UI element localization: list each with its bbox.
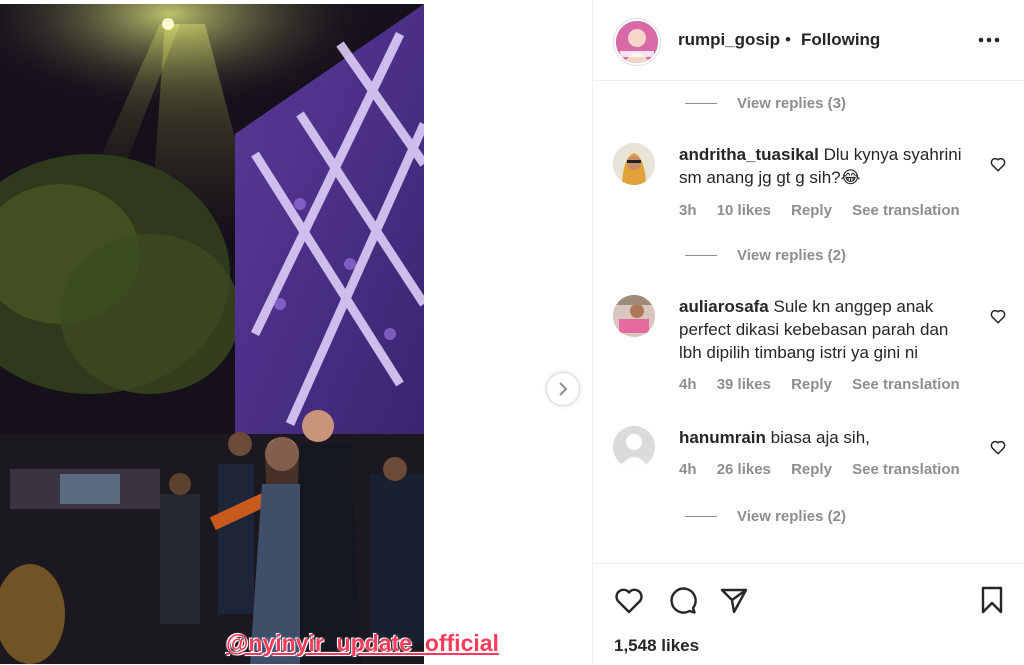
share-icon[interactable] bbox=[718, 584, 750, 616]
comment-meta: 3h 10 likes Reply See translation bbox=[679, 202, 976, 219]
replies-divider bbox=[685, 254, 717, 256]
bookmark-icon[interactable] bbox=[976, 584, 1008, 616]
see-translation-button[interactable]: See translation bbox=[852, 461, 960, 478]
post-media: @nyinyir_update_official bbox=[0, 0, 592, 664]
post-likes-count[interactable]: 1,548 likes bbox=[614, 636, 699, 656]
comment-text: biasa aja sih, bbox=[770, 428, 870, 447]
following-button[interactable]: Following bbox=[801, 30, 880, 50]
comment-item: hanumrain biasa aja sih, 4h 26 likes Rep… bbox=[593, 426, 1024, 496]
comment-body: auliarosafa Sule kn anggep anak perfect … bbox=[679, 295, 975, 364]
view-replies-button[interactable]: View replies (2) bbox=[685, 244, 846, 266]
comment-username[interactable]: auliarosafa bbox=[679, 297, 769, 316]
comment-likes[interactable]: 10 likes bbox=[717, 202, 771, 219]
comment-likes[interactable]: 39 likes bbox=[717, 376, 771, 393]
post-actions: 1,548 likes bbox=[593, 563, 1024, 665]
see-translation-button[interactable]: See translation bbox=[852, 202, 960, 219]
comment-likes[interactable]: 26 likes bbox=[717, 461, 771, 478]
view-replies-button[interactable]: View replies (2) bbox=[685, 505, 846, 527]
comment-body: hanumrain biasa aja sih, bbox=[679, 426, 975, 449]
comments-list: View replies (3) andritha_tuasikal Dlu k… bbox=[593, 81, 1024, 563]
reply-button[interactable]: Reply bbox=[791, 461, 832, 478]
comment-username[interactable]: andritha_tuasikal bbox=[679, 145, 819, 164]
comment-item: andritha_tuasikal Dlu kynya syahrini sm … bbox=[593, 143, 1024, 233]
comment-body: andritha_tuasikal Dlu kynya syahrini sm … bbox=[679, 143, 975, 189]
view-replies-label: View replies (2) bbox=[737, 507, 846, 525]
header-separator: • bbox=[785, 30, 791, 49]
like-comment-heart-icon[interactable] bbox=[989, 307, 1007, 325]
comment-time: 4h bbox=[679, 376, 697, 393]
view-replies-label: View replies (3) bbox=[737, 94, 846, 112]
replies-divider bbox=[685, 515, 717, 517]
view-replies-button[interactable]: View replies (3) bbox=[685, 92, 846, 114]
chevron-right-icon bbox=[559, 382, 568, 396]
comment-time: 3h bbox=[679, 202, 697, 219]
post-side-panel: rumpi_gosip • Following View replies (3) bbox=[592, 0, 1024, 664]
comment-time: 4h bbox=[679, 461, 697, 478]
heart-icon[interactable] bbox=[613, 584, 645, 616]
comment-meta: 4h 26 likes Reply See translation bbox=[679, 461, 976, 478]
reply-button[interactable]: Reply bbox=[791, 376, 832, 393]
post-header: rumpi_gosip • Following bbox=[593, 0, 1024, 81]
commenter-avatar[interactable] bbox=[613, 143, 655, 185]
comment-username[interactable]: hanumrain bbox=[679, 428, 766, 447]
author-avatar[interactable] bbox=[614, 19, 660, 65]
replies-divider bbox=[685, 102, 717, 104]
comment-icon[interactable] bbox=[666, 584, 698, 616]
view-replies-label: View replies (2) bbox=[737, 246, 846, 264]
watermark-text: @nyinyir_update_official bbox=[226, 630, 499, 656]
like-comment-heart-icon[interactable] bbox=[989, 155, 1007, 173]
concert-photo[interactable] bbox=[0, 4, 424, 664]
commenter-avatar[interactable] bbox=[613, 295, 655, 337]
comment-item: auliarosafa Sule kn anggep anak perfect … bbox=[593, 295, 1024, 405]
author-username[interactable]: rumpi_gosip bbox=[678, 30, 780, 50]
reply-button[interactable]: Reply bbox=[791, 202, 832, 219]
default-avatar-icon[interactable] bbox=[613, 426, 655, 468]
comment-meta: 4h 39 likes Reply See translation bbox=[679, 376, 976, 393]
next-slide-button[interactable] bbox=[546, 372, 580, 406]
like-comment-heart-icon[interactable] bbox=[989, 438, 1007, 456]
more-options-icon[interactable] bbox=[977, 30, 1001, 50]
see-translation-button[interactable]: See translation bbox=[852, 376, 960, 393]
